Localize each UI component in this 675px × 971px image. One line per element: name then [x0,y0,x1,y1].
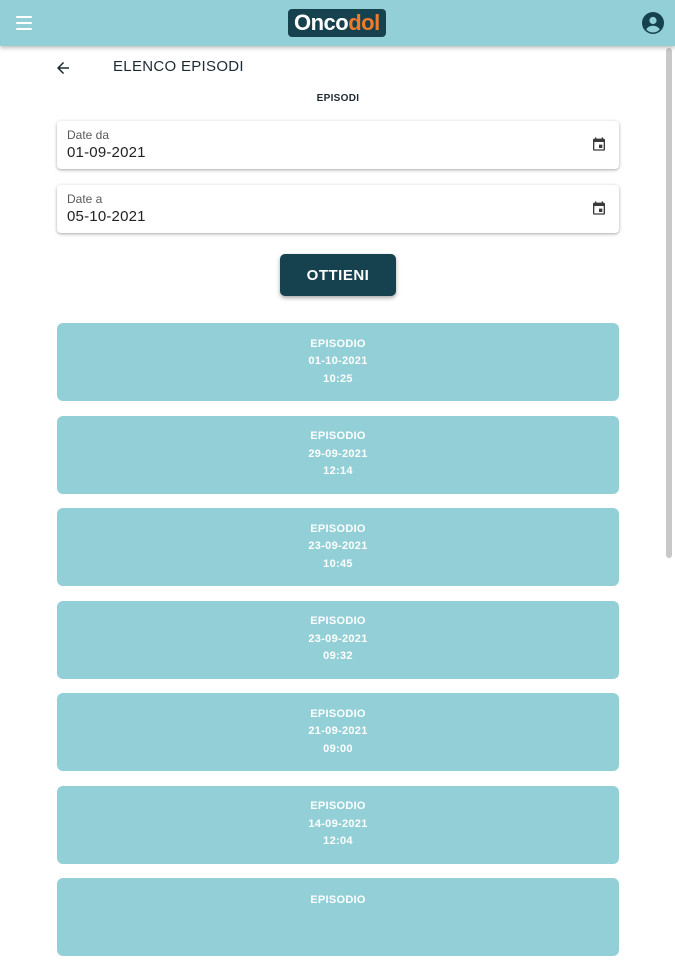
date-to-field[interactable]: Date a 05-10-2021 [57,185,619,233]
date-from-value[interactable]: 01-09-2021 [67,144,146,161]
ottieni-button[interactable]: OTTIENI [280,254,396,296]
app-logo: Onco dol [288,9,386,37]
episode-date: 23-09-2021 [308,540,368,553]
episode-date: 21-09-2021 [308,725,368,738]
episode-card[interactable]: EPISODIO 29-09-2021 12:14 [57,415,619,494]
episode-time: 09:00 [323,742,353,755]
calendar-icon[interactable] [591,136,607,152]
date-to-value[interactable]: 05-10-2021 [67,208,146,225]
episode-time: 12:04 [323,835,353,848]
episode-title: EPISODIO [310,430,366,443]
scrollbar[interactable] [666,48,672,558]
date-to-label: Date a [67,192,103,206]
date-from-field[interactable]: Date da 01-09-2021 [57,121,619,169]
calendar-icon[interactable] [591,200,607,216]
episode-title: EPISODIO [310,522,366,535]
episode-card[interactable]: EPISODIO 14-09-2021 12:04 [57,785,619,864]
app-bar: Onco dol [0,0,675,46]
logo-text-dol: dol [348,10,380,35]
page-header: ELENCO EPISODI [0,55,660,81]
date-from-label: Date da [67,128,110,142]
episode-card[interactable]: EPISODIO 23-09-2021 10:45 [57,508,619,586]
episode-time: 10:25 [323,372,353,385]
episode-title: EPISODIO [310,615,366,628]
arrow-left-icon[interactable] [54,59,72,77]
episode-list: EPISODIO 01-10-2021 10:25 EPISODIO 29-09… [57,323,619,971]
page-title: ELENCO EPISODI [113,58,244,75]
episode-date: 14-09-2021 [308,817,368,830]
episode-title: EPISODIO [310,707,366,720]
section-label: EPISODI [316,93,360,104]
episode-date: 23-09-2021 [308,632,368,645]
logo-text-onco: Onco [294,10,349,35]
menu-icon[interactable] [16,16,32,30]
episode-date: 29-09-2021 [308,447,368,460]
episode-card[interactable]: EPISODIO 01-10-2021 10:25 [57,323,619,401]
episode-title: EPISODIO [310,337,366,350]
episode-date: 01-10-2021 [308,355,368,368]
episode-time: 10:45 [323,557,353,570]
account-circle-icon[interactable] [641,11,665,35]
episode-title: EPISODIO [310,894,366,906]
episode-card[interactable]: EPISODIO 21-09-2021 09:00 [57,693,619,771]
episode-card[interactable]: EPISODIO 23-09-2021 09:32 [57,600,619,679]
episode-time: 12:14 [323,465,353,478]
episode-card[interactable]: EPISODIO [57,878,619,956]
episode-title: EPISODIO [310,800,366,813]
episode-time: 09:32 [323,650,353,663]
